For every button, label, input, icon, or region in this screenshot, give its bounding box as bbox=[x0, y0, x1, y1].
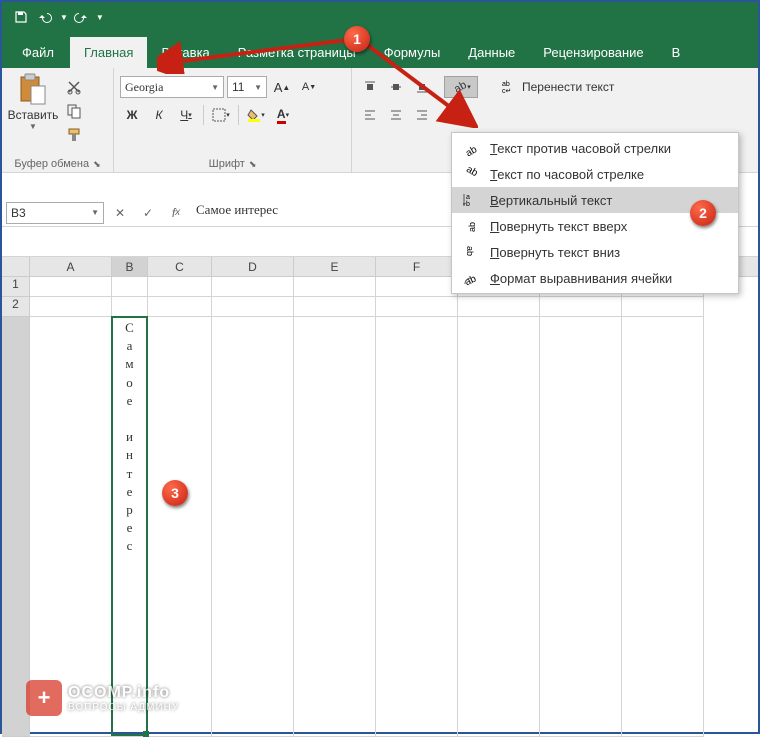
svg-text:c↵: c↵ bbox=[502, 88, 511, 94]
column-header[interactable]: D bbox=[212, 257, 294, 276]
select-all-triangle[interactable] bbox=[2, 257, 30, 276]
svg-text:b: b bbox=[466, 201, 470, 208]
font-name-combo[interactable]: Georgia▼ bbox=[120, 76, 224, 98]
orient-rotate-down[interactable]: ab Повернуть текст вниз bbox=[452, 239, 738, 265]
row-header[interactable]: 2 bbox=[2, 297, 30, 317]
decrease-font-icon[interactable]: A▼ bbox=[297, 76, 321, 98]
column-header[interactable]: A bbox=[30, 257, 112, 276]
bold-button[interactable]: Ж bbox=[120, 104, 144, 126]
italic-button[interactable]: К bbox=[147, 104, 171, 126]
vertical-text-icon: ab bbox=[462, 192, 480, 208]
wrap-text-label: Перенести текст bbox=[522, 80, 614, 94]
orient-label: Вертикальный текст bbox=[490, 193, 612, 208]
column-header[interactable]: F bbox=[376, 257, 458, 276]
ribbon-tabs: Файл Главная Вставка Разметка страницы Ф… bbox=[2, 32, 758, 68]
paste-label: Вставить bbox=[8, 108, 59, 122]
format-cells-icon: ab bbox=[462, 270, 480, 286]
tab-formulas[interactable]: Формулы bbox=[370, 37, 455, 68]
watermark: + OCOMP.info ВОПРОСЫ АДМИНУ bbox=[26, 680, 179, 716]
cell-b3[interactable]: Самое интерес bbox=[112, 317, 148, 737]
dialog-launcher-icon[interactable]: ⬊ bbox=[93, 159, 101, 170]
undo-icon[interactable] bbox=[34, 6, 56, 28]
align-right-icon[interactable] bbox=[410, 104, 434, 126]
cancel-icon[interactable]: ✕ bbox=[108, 202, 132, 224]
paste-button[interactable]: Вставить ▼ bbox=[8, 72, 58, 156]
clipboard-group-label: Буфер обмена ⬊ bbox=[8, 156, 107, 170]
tab-home[interactable]: Главная bbox=[70, 37, 147, 68]
font-color-icon[interactable]: А▾ bbox=[271, 104, 295, 126]
align-top-icon[interactable] bbox=[358, 76, 382, 98]
svg-text:ab: ab bbox=[465, 246, 475, 256]
copy-icon[interactable] bbox=[62, 100, 86, 122]
align-left-icon[interactable] bbox=[358, 104, 382, 126]
name-box[interactable]: B3▼ bbox=[6, 202, 104, 224]
tab-data[interactable]: Данные bbox=[454, 37, 529, 68]
svg-text:ab: ab bbox=[467, 222, 477, 232]
fill-color-icon[interactable]: ▾ bbox=[244, 104, 268, 126]
save-icon[interactable] bbox=[10, 6, 32, 28]
rotate-up-icon: ab bbox=[462, 218, 480, 234]
align-middle-icon[interactable] bbox=[384, 76, 408, 98]
format-painter-icon[interactable] bbox=[62, 124, 86, 146]
svg-text:a: a bbox=[466, 194, 470, 201]
wrap-text-button[interactable]: abc↵ Перенести текст bbox=[496, 76, 620, 98]
redo-icon[interactable] bbox=[70, 6, 92, 28]
svg-text:ab: ab bbox=[452, 79, 467, 95]
watermark-subtitle: ВОПРОСЫ АДМИНУ bbox=[68, 702, 179, 713]
column-header[interactable]: B bbox=[112, 257, 148, 276]
callout-2: 2 bbox=[690, 200, 716, 226]
rotate-down-icon: ab bbox=[462, 244, 480, 260]
svg-text:ab: ab bbox=[502, 81, 510, 88]
orient-label: Текст против часовой стрелки bbox=[490, 141, 671, 156]
orient-label: Формат выравнивания ячейки bbox=[490, 271, 672, 286]
worksheet-grid[interactable]: A B C D E F G H I 1 2 Самое интерес bbox=[2, 257, 758, 737]
orient-angle-ccw[interactable]: ab Текст против часовой стрелки bbox=[452, 135, 738, 161]
callout-3: 3 bbox=[162, 480, 188, 506]
row-header[interactable] bbox=[2, 317, 30, 737]
ribbon-group-clipboard: Вставить ▼ Буфер обмена ⬊ bbox=[2, 68, 114, 172]
svg-text:ab: ab bbox=[464, 166, 479, 179]
tab-insert[interactable]: Вставка bbox=[147, 37, 223, 68]
watermark-badge: + bbox=[26, 680, 62, 716]
increase-font-icon[interactable]: A▲ bbox=[270, 76, 294, 98]
borders-icon[interactable]: ▾ bbox=[209, 104, 233, 126]
callout-1: 1 bbox=[344, 26, 370, 52]
ribbon-group-font: Georgia▼ 11▼ A▲ A▼ Ж К Ч▾ ▾ ▾ А▾ Шрифт bbox=[114, 68, 352, 172]
orientation-button[interactable]: ab ▾ bbox=[444, 76, 478, 98]
svg-text:ab: ab bbox=[464, 144, 479, 156]
orient-label: Текст по часовой стрелке bbox=[490, 167, 644, 182]
orient-angle-cw[interactable]: ab Текст по часовой стрелке bbox=[452, 161, 738, 187]
tab-file[interactable]: Файл bbox=[6, 37, 70, 68]
angle-ccw-icon: ab bbox=[462, 140, 480, 156]
dialog-launcher-icon[interactable]: ⬊ bbox=[249, 159, 257, 170]
font-group-label: Шрифт ⬊ bbox=[120, 156, 345, 170]
align-center-icon[interactable] bbox=[384, 104, 408, 126]
fx-icon[interactable]: fx bbox=[164, 202, 188, 224]
row-header[interactable]: 1 bbox=[2, 277, 30, 297]
column-header[interactable]: C bbox=[148, 257, 212, 276]
enter-icon[interactable]: ✓ bbox=[136, 202, 160, 224]
font-size-combo[interactable]: 11▼ bbox=[227, 76, 267, 98]
underline-button[interactable]: Ч▾ bbox=[174, 104, 198, 126]
align-bottom-icon[interactable] bbox=[410, 76, 434, 98]
orient-label: Повернуть текст вниз bbox=[490, 245, 620, 260]
tab-view[interactable]: В bbox=[658, 37, 695, 68]
cut-icon[interactable] bbox=[62, 76, 86, 98]
orient-format-alignment[interactable]: ab Формат выравнивания ячейки bbox=[452, 265, 738, 291]
watermark-title: OCOMP.info bbox=[68, 684, 179, 702]
chevron-down-icon: ▼ bbox=[29, 122, 37, 131]
tab-review[interactable]: Рецензирование bbox=[529, 37, 657, 68]
undo-dropdown-icon[interactable]: ▼ bbox=[60, 13, 68, 22]
qat-customize-icon[interactable]: ▼ bbox=[96, 13, 104, 22]
cell-b3-vertical-text: Самое интерес bbox=[112, 317, 147, 557]
orient-label: Повернуть текст вверх bbox=[490, 219, 627, 234]
column-header[interactable]: E bbox=[294, 257, 376, 276]
title-bar: ▼ ▼ bbox=[2, 2, 758, 32]
svg-text:ab: ab bbox=[463, 273, 478, 286]
angle-cw-icon: ab bbox=[462, 166, 480, 182]
